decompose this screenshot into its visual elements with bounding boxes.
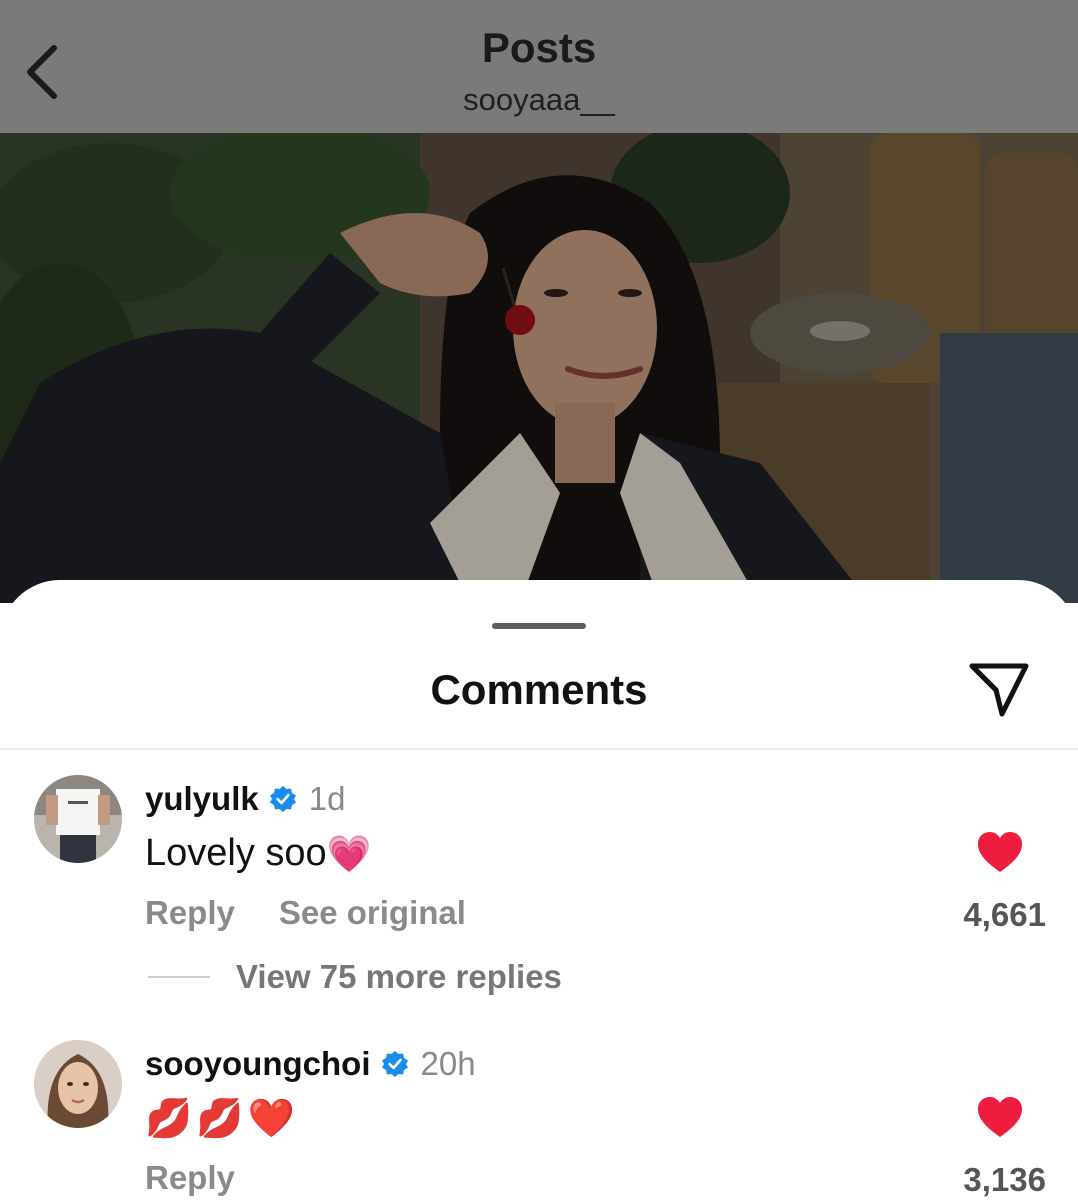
kiss-heart-emoji: 💋💋❤️ xyxy=(145,1098,299,1140)
comments-title: Comments xyxy=(430,666,648,713)
comment-time: 20h xyxy=(420,1045,476,1082)
comment-body: Lovely soo xyxy=(145,832,327,874)
comment-time: 1d xyxy=(308,780,346,817)
avatar[interactable] xyxy=(34,775,122,863)
avatar[interactable] xyxy=(34,1040,122,1128)
like-count: 4,661 xyxy=(963,896,1046,933)
see-original-button[interactable]: See original xyxy=(279,894,466,931)
comment-text: Lovely soo 💗 xyxy=(145,832,372,875)
verified-badge-icon xyxy=(269,786,296,812)
page-subtitle-username[interactable]: sooyaaa__ xyxy=(0,82,1078,118)
sheet-divider xyxy=(0,748,1078,750)
like-button[interactable] xyxy=(976,1095,1024,1139)
sheet-drag-handle[interactable] xyxy=(492,623,586,629)
view-more-replies-label: View 75 more replies xyxy=(236,958,562,995)
comment-actions: Reply See original xyxy=(145,894,466,932)
comment-meta: yulyulk 1d xyxy=(145,780,345,818)
comment-username[interactable]: sooyoungchoi xyxy=(145,1045,371,1083)
replies-thread-line xyxy=(148,976,210,978)
paper-plane-icon xyxy=(969,663,1029,717)
reply-button[interactable]: Reply xyxy=(145,894,235,931)
verified-badge-icon xyxy=(381,1051,408,1077)
comment-username[interactable]: yulyulk xyxy=(145,780,259,818)
like-count: 3,136 xyxy=(963,1161,1046,1198)
share-button[interactable] xyxy=(966,656,1032,722)
page-title: Posts xyxy=(481,24,597,71)
comments-sheet: Comments yulyulk 1d Lovely soo 💗 Reply S… xyxy=(0,580,1078,1200)
like-button[interactable] xyxy=(976,830,1024,874)
comment-text: 💋💋❤️ xyxy=(145,1097,299,1141)
growing-heart-emoji: 💗 xyxy=(326,832,372,874)
comment-meta: sooyoungchoi 20h xyxy=(145,1045,476,1083)
top-navigation-bar: Posts sooyaaa__ xyxy=(0,0,1078,133)
heart-filled-icon xyxy=(978,832,1022,872)
heart-filled-icon xyxy=(978,1097,1022,1137)
reply-button[interactable]: Reply xyxy=(145,1159,235,1196)
view-more-replies-button[interactable]: View 75 more replies xyxy=(148,958,562,996)
post-photo[interactable] xyxy=(0,133,1078,603)
comment-actions: Reply xyxy=(145,1159,235,1197)
